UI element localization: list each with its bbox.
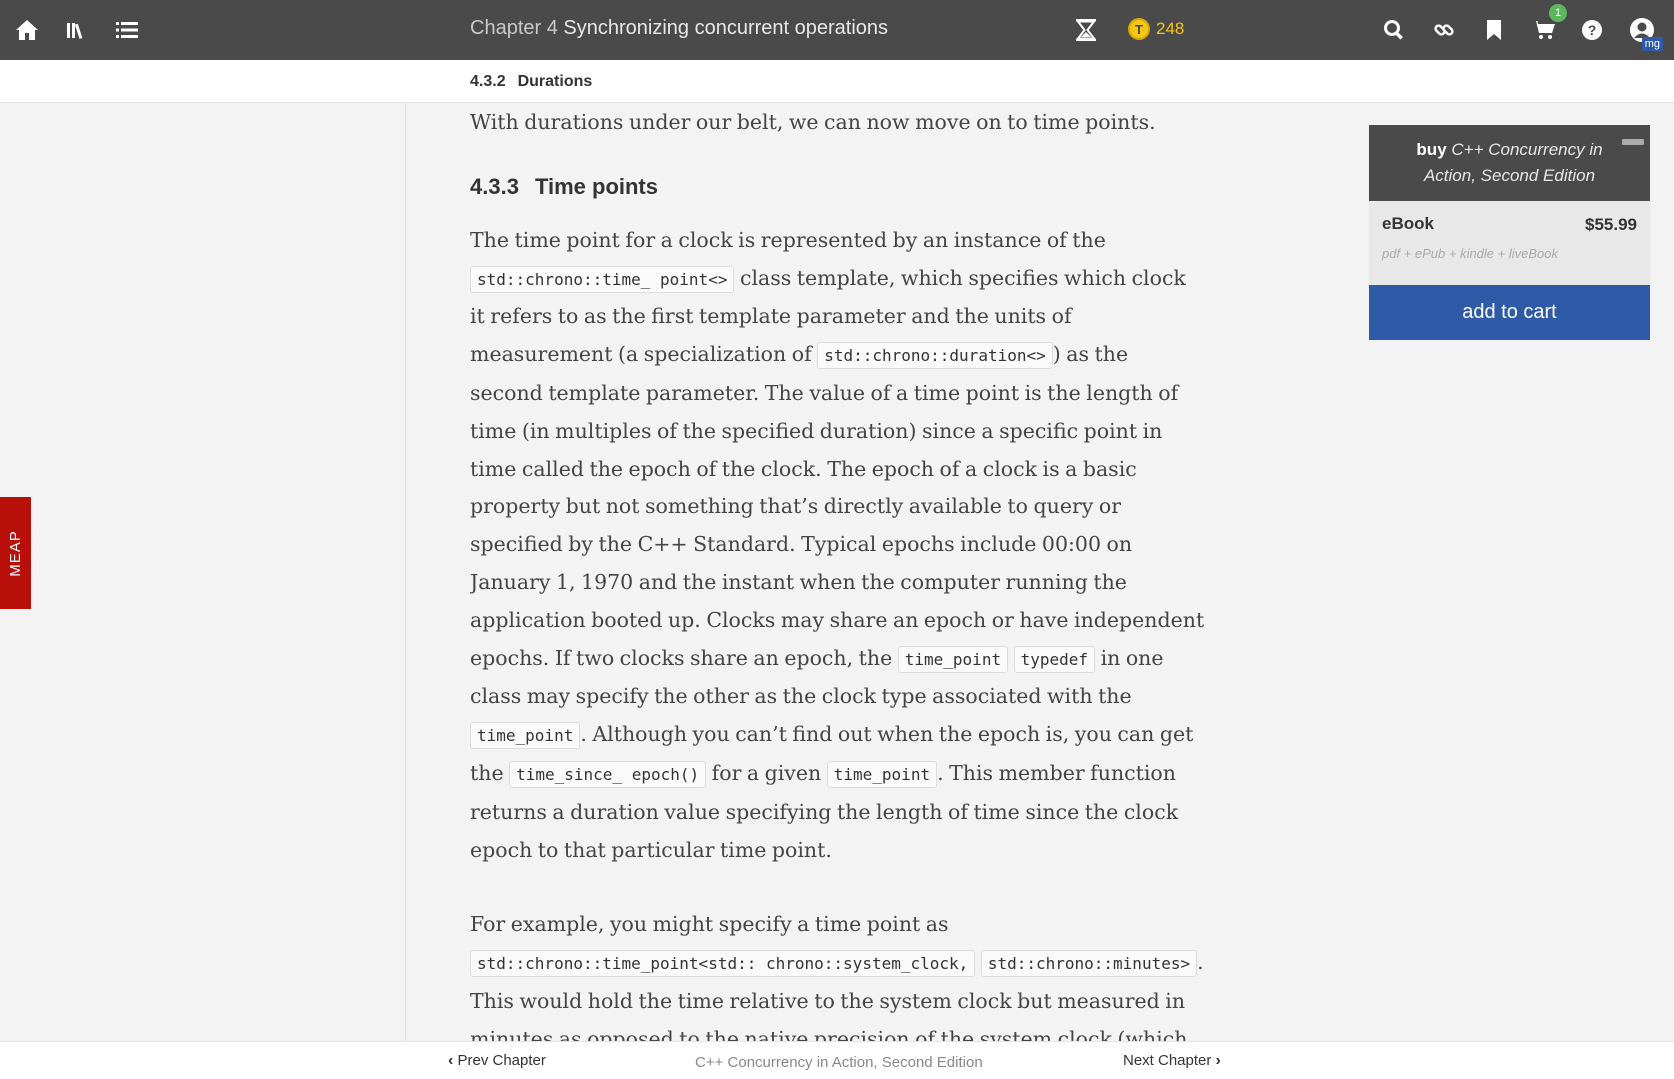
sidebar-divider <box>405 103 406 1041</box>
heading-number: 4.3.3 <box>470 173 519 199</box>
toc-list-icon[interactable] <box>112 15 142 45</box>
token-coin-icon: T <box>1128 18 1150 40</box>
hourglass-icon[interactable] <box>1071 15 1101 45</box>
buy-book-title: C++ Concurrency in Action, Second Editio… <box>1423 140 1603 185</box>
chevron-left-icon: ‹ <box>448 1052 454 1069</box>
format-price: $55.99 <box>1585 215 1637 234</box>
next-chapter-label: Next Chapter <box>1123 1052 1212 1069</box>
bookmark-icon[interactable] <box>1479 15 1509 45</box>
user-icon[interactable]: mg <box>1627 15 1663 51</box>
home-icon[interactable] <box>12 15 42 45</box>
text-run <box>1008 646 1014 670</box>
search-icon[interactable] <box>1379 15 1409 45</box>
text-run: The time point for a clock is represente… <box>470 227 1106 252</box>
section-heading: 4.3.3 Time points <box>470 174 1205 200</box>
code-inline: std::chrono::duration<> <box>817 342 1053 370</box>
current-section[interactable]: 4.3.2 Durations <box>470 73 592 91</box>
text-run: ) as the second template parameter. The … <box>470 342 1205 670</box>
code-inline: time_point <box>470 722 581 750</box>
library-icon[interactable] <box>61 15 91 45</box>
code-inline: std::chrono::time_ point<> <box>470 265 735 293</box>
svg-text:?: ? <box>1588 22 1597 38</box>
text-run: for a given <box>706 760 827 785</box>
cart-icon[interactable]: 1 <box>1529 4 1567 45</box>
code-inline: time_point <box>897 645 1009 673</box>
avatar-initials: mg <box>1641 37 1663 51</box>
section-number: 4.3.2 <box>470 73 506 90</box>
chapter-content: With durations under our belt, we can no… <box>470 103 1205 1041</box>
chapter-name: Synchronizing concurrent operations <box>563 17 889 39</box>
buy-box: buy C++ Concurrency in Action, Second Ed… <box>1369 125 1650 340</box>
code-inline: std::chrono::time_point<std:: chrono::sy… <box>470 950 976 978</box>
heading-title: Time points <box>534 173 658 199</box>
chapter-footer: ‹ Prev Chapter C++ Concurrency in Action… <box>0 1041 1674 1079</box>
help-icon[interactable]: ? <box>1577 15 1607 45</box>
chapter-number: Chapter 4 <box>470 17 558 39</box>
paragraph-intro: With durations under our belt, we can no… <box>470 110 1156 134</box>
buy-label: buy <box>1416 140 1447 159</box>
section-title: Durations <box>517 73 593 90</box>
next-chapter-link[interactable]: Next Chapter › <box>1123 1052 1221 1070</box>
text-run: For example, you might specify a time po… <box>470 912 949 937</box>
code-inline: time_point <box>826 760 938 788</box>
meap-tab[interactable]: MEAP <box>0 497 31 609</box>
chevron-right-icon: › <box>1215 1052 1221 1069</box>
code-inline: typedef <box>1013 645 1096 673</box>
add-to-cart-button[interactable]: add to cart <box>1369 285 1650 340</box>
format-list: pdf + ePub + kindle + liveBook <box>1382 246 1558 261</box>
chapter-title: Chapter 4 Synchronizing concurrent opera… <box>470 17 888 40</box>
minimize-button[interactable] <box>1622 139 1644 145</box>
text-run <box>975 950 981 974</box>
ebook-option[interactable]: eBook $55.99 pdf + ePub + kindle + liveB… <box>1369 201 1650 285</box>
cart-count-badge: 1 <box>1549 4 1567 22</box>
meap-label: MEAP <box>7 529 25 577</box>
prev-chapter-link[interactable]: ‹ Prev Chapter <box>448 1052 546 1070</box>
prev-chapter-label: Prev Chapter <box>457 1052 546 1069</box>
code-inline: time_since_ epoch() <box>509 760 707 788</box>
token-balance[interactable]: T 248 <box>1128 18 1184 40</box>
paragraph-example: For example, you might specify a time po… <box>470 906 1205 1041</box>
buy-box-header: buy C++ Concurrency in Action, Second Ed… <box>1369 125 1650 201</box>
footer-book-title: C++ Concurrency in Action, Second Editio… <box>695 1054 983 1071</box>
token-count: 248 <box>1156 19 1185 38</box>
code-inline: std::chrono::minutes> <box>980 950 1198 978</box>
section-breadcrumb-bar: 4.3.2 Durations <box>0 60 1674 103</box>
link-icon[interactable] <box>1429 15 1459 45</box>
paragraph-time-point: The time point for a clock is represente… <box>470 222 1205 870</box>
top-navbar: Chapter 4 Synchronizing concurrent opera… <box>0 0 1674 60</box>
